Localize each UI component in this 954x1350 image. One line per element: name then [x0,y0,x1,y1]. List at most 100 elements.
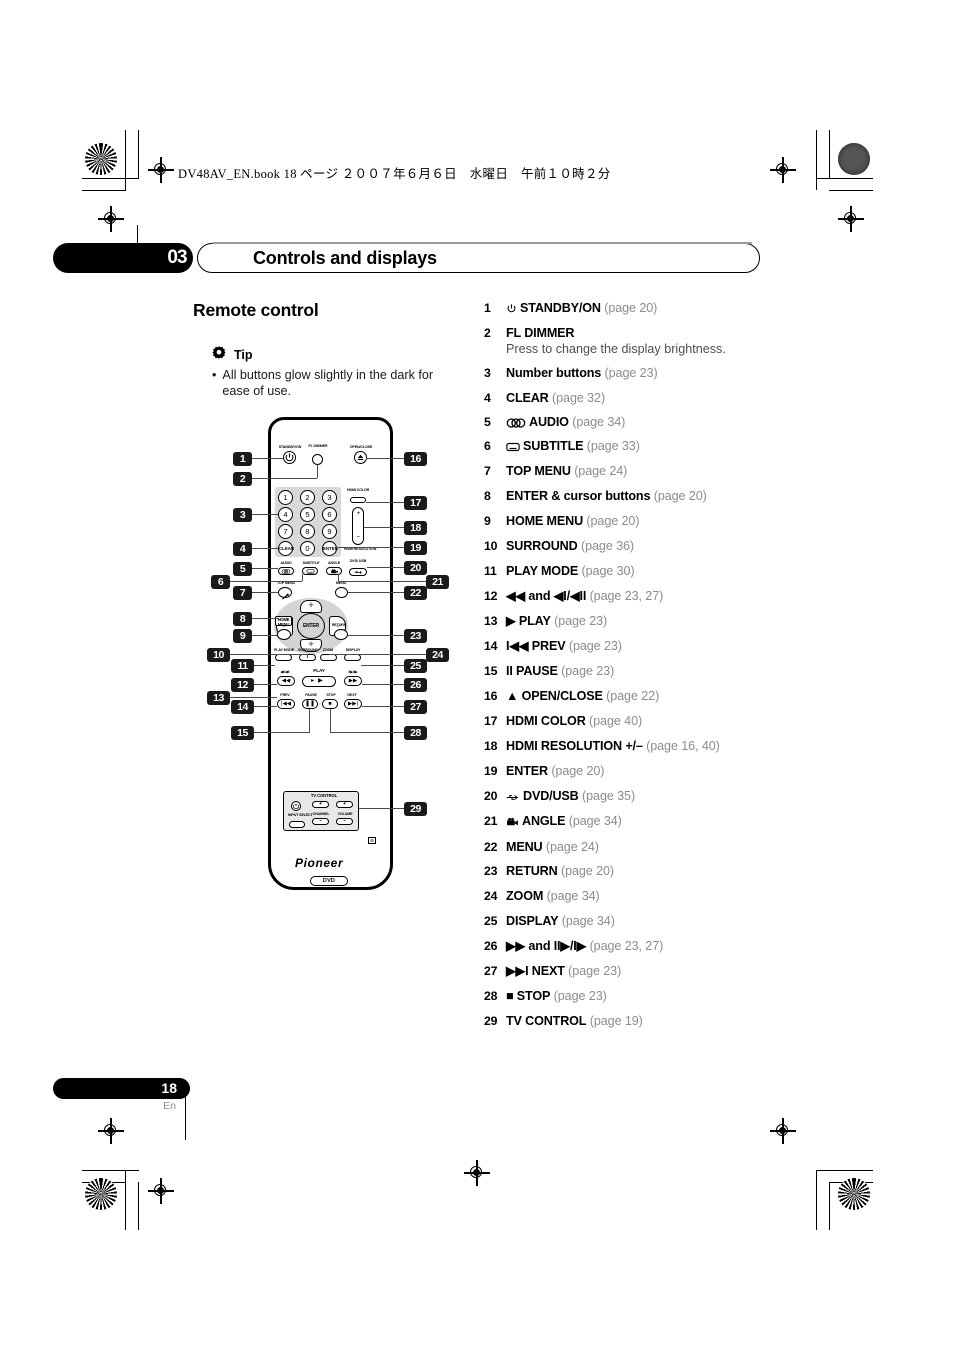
item-label: TV CONTROL [506,1014,587,1028]
remote-key-6[interactable]: 6 [322,507,337,522]
leader-line-7 [252,592,278,594]
item-label: ■ STOP [506,989,551,1003]
remote-angle-button[interactable] [326,567,342,575]
tv-channel-up-button[interactable]: + [312,801,329,808]
item-main-line: ▲ OPEN/CLOSE (page 22) [506,689,784,704]
leader-line-16 [366,458,404,460]
tv-volume-down-button[interactable]: – [336,818,353,825]
tv-input-select-label: INPUT SELECT [288,813,313,817]
item-number: 27 [484,964,498,978]
remote-key-8[interactable]: 8 [300,524,315,539]
remote-key-0[interactable]: 0 [300,541,315,556]
remote-enter-key-button[interactable]: ENTER [322,541,338,556]
item-content: HOME MENU (page 20) [506,514,784,529]
remote-home-menu-button[interactable] [277,629,291,640]
remote-subtitle-button[interactable] [302,567,318,575]
remote-return-button[interactable] [334,629,348,640]
item-page-reference: (page 40) [585,714,643,728]
remote-key-4[interactable]: 4 [278,507,293,522]
leader-line-19 [336,547,404,549]
callout-25: 25 [404,659,427,673]
leader-line-17 [366,502,404,504]
item-page-reference: (page 23) [601,366,658,380]
item-page-reference: (page 34) [543,889,600,903]
remote-next-button[interactable]: ▶▶| [344,699,362,709]
leader-line-28 [330,732,404,734]
crop-line [829,1182,873,1184]
tip-body: • All buttons glow slightly in the dark … [210,368,470,399]
remote-key-5[interactable]: 5 [300,507,315,522]
item-number: 11 [484,564,497,578]
item-number: 23 [484,864,498,878]
button-list-item-12: 12 ◀◀ and ◀I/◀II (page 23, 27) [484,589,784,604]
remote-key-7[interactable]: 7 [278,524,293,539]
halftone-patch [838,1178,870,1210]
callout-21: 21 [426,575,449,589]
remote-dvd-usb-button[interactable] [349,568,367,576]
item-page-reference: (page 34) [565,814,622,828]
item-number: 8 [484,489,491,503]
usb-icon [506,790,520,805]
leader-line-5 [252,568,278,570]
remote-menu-button[interactable] [335,587,348,598]
button-list-item-1: 1 STANDBY/ON (page 20) [484,301,784,317]
remote-key-9[interactable]: 9 [322,524,337,539]
remote-play-button[interactable]: ▸▶ [302,676,336,687]
next-icon: ▶▶| [348,701,358,707]
remote-key-1[interactable]: 1 [278,490,293,505]
leader-line-21 [338,581,426,583]
remote-pause-button[interactable]: ❚❚ [302,699,318,709]
item-main-line: DVD/USB (page 35) [506,789,784,805]
remote-key-2[interactable]: 2 [300,490,315,505]
tv-channel-down-button[interactable]: – [312,818,329,825]
button-list-item-21: 21 ANGLE (page 34) [484,814,784,830]
leader-line-25 [361,665,404,667]
tv-volume-up-button[interactable]: + [336,801,353,808]
remote-prev-button[interactable]: |◀◀ [277,699,295,709]
remote-top-menu-button[interactable] [278,587,292,600]
remote-scan-reverse-button[interactable]: ◀◀ [277,676,295,686]
item-content: ENTER (page 20) [506,764,784,779]
remote-clear-button[interactable]: CLEAR [278,541,294,556]
footer-language: En [163,1100,176,1112]
fast-forward-icon: ▶▶ [348,678,358,684]
tip-header: Tip [210,341,470,363]
subtitle-icon [506,440,520,455]
remote-cursor-up-button[interactable]: ✛ [300,600,322,613]
remote-hdmi-resolution-button[interactable]: + – [352,507,364,545]
item-label: ▶▶ and II▶/I▶ [506,939,587,953]
callout-1: 1 [233,452,252,466]
item-main-line: ◀◀ and ◀I/◀II (page 23, 27) [506,589,784,604]
crop-line [125,130,127,190]
remote-fl-dimmer-button[interactable] [312,454,323,465]
remote-enter-button[interactable]: ENTER [297,613,325,639]
crop-line [829,190,873,192]
remote-standby-button[interactable] [283,451,296,464]
item-content: SURROUND (page 36) [506,539,784,554]
remote-audio-button[interactable] [278,567,294,575]
item-page-reference: (page 22) [602,689,660,703]
item-main-line: AUDIO (page 34) [506,415,784,431]
remote-hdmi-color-button[interactable] [350,497,366,503]
leader-line-8 [252,618,278,620]
button-list-item-19: 19 ENTER (page 20) [484,764,784,779]
callout-19: 19 [404,541,427,555]
tv-input-select-button[interactable] [289,821,305,828]
item-label: ENTER & cursor buttons [506,489,651,503]
item-page-reference: (page 35) [578,789,636,803]
tv-input-select-power-button[interactable] [291,801,301,811]
book-header-line: DV48AV_EN.book 18 ページ ２００７年６月６日 水曜日 午前１０… [178,167,611,181]
item-content: STANDBY/ON (page 20) [506,301,784,317]
remote-stop-button[interactable]: ■ [322,699,338,709]
item-main-line: ▶ PLAY (page 23) [506,614,784,629]
remote-key-3[interactable]: 3 [322,490,337,505]
item-content: SUBTITLE (page 33) [506,439,784,455]
item-label: HOME MENU [506,514,584,528]
remote-scan-forward-button[interactable]: ▶▶ [344,676,362,686]
button-list-item-13: 13 ▶ PLAY (page 23) [484,614,784,629]
crop-line [138,1182,140,1230]
item-main-line: ANGLE (page 34) [506,814,784,830]
item-label: ANGLE [522,814,566,828]
item-label: HDMI RESOLUTION +/– [506,739,643,753]
item-content: TV CONTROL (page 19) [506,1014,784,1029]
